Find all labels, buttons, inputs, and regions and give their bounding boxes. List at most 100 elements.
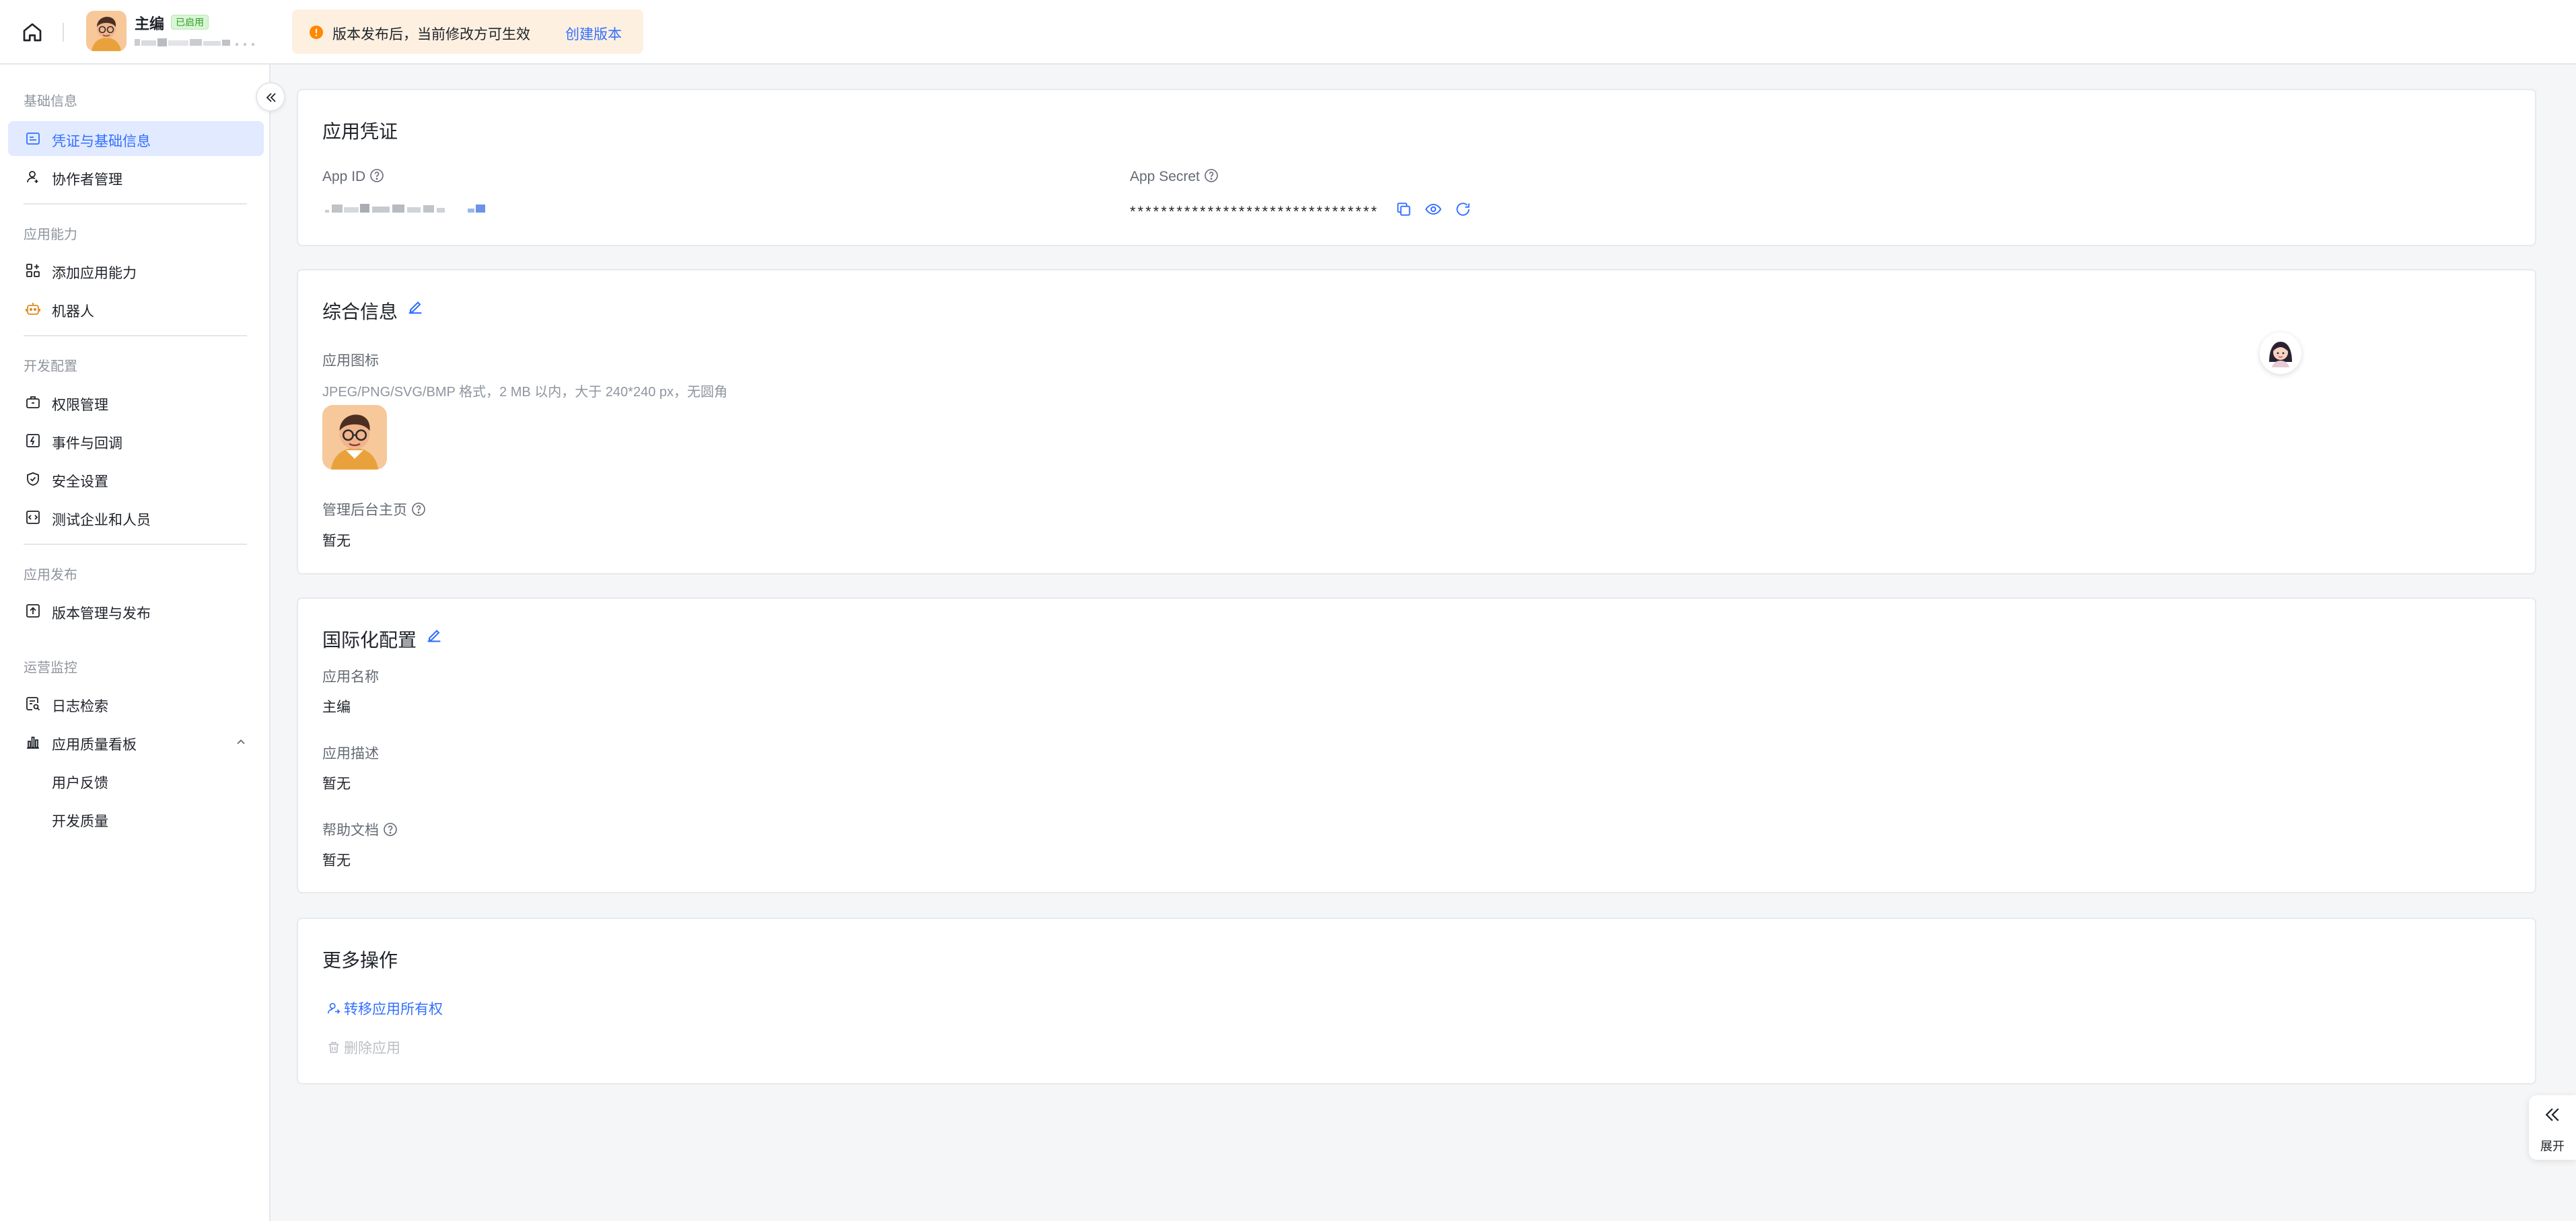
more-actions-card: 更多操作 转移应用所有权 删除应用 <box>297 918 2536 1084</box>
top-bar: 主编 已启用 版本发布后，当前修改方可生效 创建版本 <box>0 0 2576 65</box>
help-icon[interactable] <box>411 502 426 517</box>
sidebar-item-label: 用户反馈 <box>52 776 108 791</box>
sidebar-item-label: 应用质量看板 <box>52 737 137 753</box>
sidebar-item-events[interactable]: 事件与回调 <box>8 423 264 458</box>
sidebar-item-label: 机器人 <box>52 304 94 320</box>
sidebar-item-label: 事件与回调 <box>52 436 122 451</box>
app-secret-value: ******************************** <box>1130 203 1379 220</box>
app-desc-label: 应用描述 <box>322 746 379 762</box>
sidebar-item-credentials[interactable]: 凭证与基础信息 <box>8 121 264 156</box>
collapse-sidebar-button[interactable] <box>256 82 285 112</box>
app-id-value-masked <box>322 200 491 217</box>
i18n-card: 国际化配置 应用名称 主编 应用描述 暂无 帮助文档 暂无 <box>297 597 2536 893</box>
user-icon <box>25 169 41 185</box>
briefcase-icon <box>25 394 41 410</box>
nav-divider <box>24 335 247 336</box>
app-name-value: 主编 <box>322 700 351 715</box>
status-badge: 已启用 <box>171 15 209 30</box>
nav-group-release: 应用发布 <box>24 568 77 583</box>
sidebar-item-label: 权限管理 <box>52 398 108 413</box>
transfer-ownership-button[interactable]: 转移应用所有权 <box>326 998 443 1019</box>
homepage-value: 暂无 <box>322 533 351 549</box>
homepage-label-text: 管理后台主页 <box>322 503 407 518</box>
sidebar: 基础信息 凭证与基础信息 协作者管理 应用能力 添加应用能力 机器人 开发配置 … <box>0 65 271 1221</box>
nav-divider <box>24 203 247 205</box>
app-icon-label: 应用图标 <box>322 353 379 369</box>
robot-icon <box>25 301 41 317</box>
code-icon <box>25 509 41 525</box>
edit-icon[interactable] <box>425 626 443 644</box>
app-secret-label-text: App Secret <box>1130 169 1200 184</box>
app-desc-value: 暂无 <box>322 776 351 792</box>
sidebar-item-security[interactable]: 安全设置 <box>8 461 264 496</box>
sidebar-item-label: 日志检索 <box>52 699 108 714</box>
credentials-card: 应用凭证 App ID App Secret *****************… <box>297 89 2536 246</box>
card-title: 国际化配置 <box>322 630 417 651</box>
copy-icon[interactable] <box>1395 200 1412 218</box>
app-icon-hint: JPEG/PNG/SVG/BMP 格式，2 MB 以内，大于 240*240 p… <box>322 385 728 400</box>
nav-group-capability: 应用能力 <box>24 227 77 242</box>
app-avatar <box>86 11 127 51</box>
sidebar-item-label: 测试企业和人员 <box>52 513 151 528</box>
home-icon[interactable] <box>20 20 44 44</box>
shield-icon <box>25 471 41 487</box>
app-icon-image[interactable] <box>322 405 387 470</box>
help-doc-label-text: 帮助文档 <box>322 823 379 838</box>
warning-icon <box>310 26 323 39</box>
help-doc-value: 暂无 <box>322 853 351 868</box>
sidebar-item-add-capability[interactable]: 添加应用能力 <box>8 253 264 288</box>
card-title: 综合信息 <box>322 301 398 322</box>
app-name: 主编 <box>135 15 165 32</box>
sidebar-item-label: 安全设置 <box>52 474 108 490</box>
app-id-label: App ID <box>322 168 384 185</box>
sidebar-item-permissions[interactable]: 权限管理 <box>8 385 264 420</box>
sidebar-item-quality[interactable]: 应用质量看板 <box>8 725 264 760</box>
sidebar-item-test-tenants[interactable]: 测试企业和人员 <box>8 500 264 535</box>
help-icon[interactable] <box>383 822 398 837</box>
refresh-icon[interactable] <box>1454 200 1472 218</box>
event-icon <box>25 433 41 449</box>
homepage-label: 管理后台主页 <box>322 499 426 519</box>
sidebar-item-label: 凭证与基础信息 <box>52 134 151 149</box>
log-search-icon <box>25 696 41 712</box>
general-info-card: 综合信息 应用图标 JPEG/PNG/SVG/BMP 格式，2 MB 以内，大于… <box>297 269 2536 575</box>
nav-group-ops: 运营监控 <box>24 661 77 675</box>
card-title: 更多操作 <box>322 950 398 971</box>
app-id-label-text: App ID <box>322 169 366 184</box>
sidebar-subitem-feedback[interactable]: 用户反馈 <box>8 763 264 798</box>
app-secret-label: App Secret <box>1130 168 1219 185</box>
app-id-masked <box>135 36 262 48</box>
delete-app-button[interactable]: 删除应用 <box>326 1037 400 1058</box>
sidebar-item-label: 协作者管理 <box>52 172 122 188</box>
notice-text: 版本发布后，当前修改方可生效 <box>332 27 530 42</box>
upload-icon <box>25 603 41 619</box>
card-title: 应用凭证 <box>322 121 398 142</box>
sidebar-subitem-dev-quality[interactable]: 开发质量 <box>8 801 264 836</box>
sidebar-item-versions[interactable]: 版本管理与发布 <box>8 593 264 628</box>
user-transfer-icon <box>326 1001 341 1016</box>
delete-app-label: 删除应用 <box>344 1041 400 1056</box>
expand-panel-tab[interactable]: 展开 <box>2529 1095 2576 1160</box>
publish-notice: 版本发布后，当前修改方可生效 创建版本 <box>292 9 643 54</box>
expand-label: 展开 <box>2540 1140 2565 1153</box>
nav-group-basic: 基础信息 <box>24 94 77 109</box>
create-version-link[interactable]: 创建版本 <box>565 24 622 44</box>
sidebar-item-label: 添加应用能力 <box>52 266 137 281</box>
nav-divider <box>24 544 247 545</box>
eye-icon[interactable] <box>1425 200 1442 218</box>
transfer-ownership-label: 转移应用所有权 <box>344 1002 443 1017</box>
divider <box>63 23 64 42</box>
app-name-label: 应用名称 <box>322 669 379 685</box>
sidebar-item-bot[interactable]: 机器人 <box>8 291 264 326</box>
sidebar-item-collaborators[interactable]: 协作者管理 <box>8 159 264 194</box>
help-icon[interactable] <box>369 168 384 183</box>
assistant-avatar[interactable] <box>2260 332 2301 374</box>
nav-group-dev: 开发配置 <box>24 359 77 374</box>
help-icon[interactable] <box>1204 168 1219 183</box>
sidebar-item-logs[interactable]: 日志检索 <box>8 686 264 721</box>
chevron-up-icon[interactable] <box>234 735 248 749</box>
sidebar-item-label: 版本管理与发布 <box>52 606 151 622</box>
sidebar-item-label: 开发质量 <box>52 814 108 829</box>
edit-icon[interactable] <box>406 297 425 316</box>
credential-card-icon <box>25 131 41 147</box>
